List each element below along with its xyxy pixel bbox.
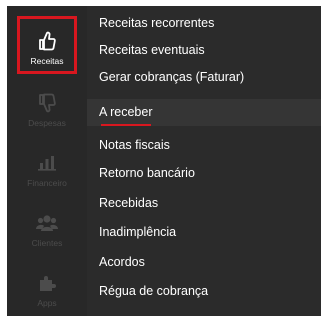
users-icon: [7, 212, 87, 234]
menu-item-retorno-bancario[interactable]: Retorno bancário: [87, 160, 321, 187]
menu-item-recebidas[interactable]: Recebidas: [87, 190, 321, 217]
menu-item-acordos[interactable]: Acordos: [87, 249, 321, 276]
menu-item-regua-de-cobranca[interactable]: Régua de cobrança: [87, 278, 321, 305]
menu-item-receitas-eventuais[interactable]: Receitas eventuais: [87, 37, 321, 64]
menu-item-receitas-recorrentes[interactable]: Receitas recorrentes: [87, 10, 321, 37]
rail-item-clientes[interactable]: Clientes: [7, 198, 87, 256]
bar-chart-icon: [7, 152, 87, 174]
icon-rail: Receitas Despesas Financeiro Clientes Ap…: [7, 6, 87, 316]
active-indicator: [17, 16, 77, 74]
puzzle-icon: [7, 272, 87, 294]
rail-label: Apps: [37, 298, 57, 308]
thumbs-down-icon: [7, 92, 87, 114]
rail-label: Clientes: [31, 238, 63, 248]
navigation-panel: Receitas Despesas Financeiro Clientes Ap…: [7, 6, 321, 316]
rail-label: Despesas: [28, 118, 66, 128]
menu-item-notas-fiscais[interactable]: Notas fiscais: [87, 132, 321, 159]
rail-item-despesas[interactable]: Despesas: [7, 78, 87, 136]
menu-item-gerar-cobrancas[interactable]: Gerar cobranças (Faturar): [87, 64, 321, 91]
menu-item-inadimplencia[interactable]: Inadimplência: [87, 219, 321, 246]
rail-item-financeiro[interactable]: Financeiro: [7, 138, 87, 196]
menu-item-a-receber[interactable]: A receber: [87, 99, 321, 126]
rail-label: Financeiro: [27, 178, 67, 188]
submenu: Receitas recorrentes Receitas eventuais …: [87, 6, 321, 316]
rail-item-apps[interactable]: Apps: [7, 258, 87, 316]
selection-underline: [101, 124, 151, 126]
